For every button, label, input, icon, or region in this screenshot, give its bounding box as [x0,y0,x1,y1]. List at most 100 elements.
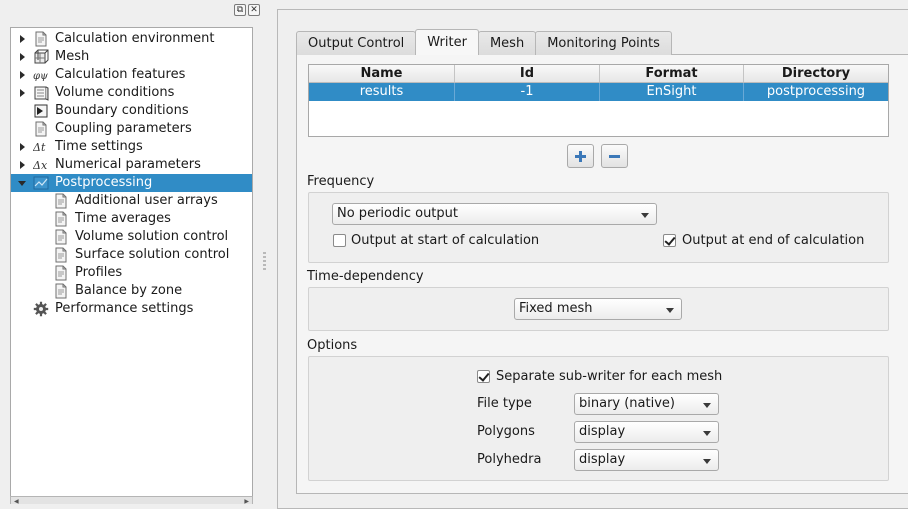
tree-item-label: Performance settings [55,301,194,316]
close-dock-icon[interactable]: ✕ [248,4,260,16]
polygons-label: Polygons [477,424,535,439]
separate-subwriter-label: Separate sub-writer for each mesh [496,369,723,384]
file-type-label: File type [477,396,532,411]
document-icon [53,211,69,227]
tree-item-label: Coupling parameters [55,121,192,136]
document-icon [53,229,69,245]
cell-id[interactable]: -1 [455,83,600,101]
tree-item-performance-settings[interactable]: Performance settings [11,300,252,318]
tree-item-numerical-parameters[interactable]: Δx Numerical parameters [11,156,252,174]
plus-icon [575,150,586,162]
time-dependency-label: Time-dependency [307,269,424,284]
boundary-icon [33,103,49,119]
tree-item-label: Mesh [55,49,90,64]
tree-item-label: Surface solution control [75,247,230,262]
chevron-down-icon [703,431,711,436]
tree-item-boundary-conditions[interactable]: Boundary conditions [11,102,252,120]
document-icon [33,121,49,137]
svg-text:Δx: Δx [33,159,48,172]
time-dependency-combo[interactable]: Fixed mesh [514,298,682,320]
chevron-down-icon [703,403,711,408]
tree-item-surface-solution-control[interactable]: Surface solution control [11,246,252,264]
remove-writer-button[interactable] [601,144,628,168]
file-type-combo[interactable]: binary (native) [574,393,719,415]
cell-name[interactable]: results [309,83,455,101]
splitter-handle[interactable] [263,252,266,270]
volume-icon [33,85,49,101]
table-row[interactable]: results -1 EnSight postprocessing [309,83,888,101]
navigation-tree: Calculation environment Mesh φψ Calculation… [10,27,253,504]
collapsed-arrow-icon[interactable] [17,48,27,66]
document-icon [53,247,69,263]
table-header: Name Id Format Directory [309,65,888,83]
tree-item-volume-solution-control[interactable]: Volume solution control [11,228,252,246]
tab-monitoring-points[interactable]: Monitoring Points [535,31,672,55]
tree-item-label: Calculation features [55,67,186,82]
tree-item-label: Balance by zone [75,283,183,298]
tree-item-label: Time averages [75,211,171,226]
collapsed-arrow-icon[interactable] [17,66,27,84]
column-header-directory[interactable]: Directory [744,65,888,82]
frequency-label: Frequency [307,174,375,189]
tree-item-label: Calculation environment [55,31,215,46]
tree-item-label: Time settings [55,139,143,154]
tree-item-label: Numerical parameters [55,157,201,172]
svg-text:Δt: Δt [33,141,46,154]
document-icon [53,265,69,281]
chevron-down-icon [703,459,711,464]
polygons-value: display [579,424,626,439]
cell-directory[interactable]: postprocessing [744,83,888,101]
tree-item-profiles[interactable]: Profiles [11,264,252,282]
tree-item-postprocessing[interactable]: Postprocessing [11,174,252,192]
tab-writer[interactable]: Writer [415,29,479,55]
output-start-label: Output at start of calculation [351,233,540,248]
chevron-down-icon [666,308,674,313]
tree-item-balance-by-zone[interactable]: Balance by zone [11,282,252,300]
tree-item-volume-conditions[interactable]: Volume conditions [11,84,252,102]
polyhedra-combo[interactable]: display [574,449,719,471]
expanded-arrow-icon[interactable] [17,174,27,192]
options-label: Options [307,338,358,353]
dock-title-buttons: ⧉ ✕ [234,4,260,17]
separate-subwriter-checkbox[interactable] [477,370,490,383]
tree-item-label: Postprocessing [55,175,153,190]
column-header-name[interactable]: Name [309,65,455,82]
tree-item-mesh[interactable]: Mesh [11,48,252,66]
file-type-value: binary (native) [579,396,675,411]
delta-t-icon: Δt [32,139,49,155]
writer-table[interactable]: Name Id Format Directory results -1 EnSi… [308,64,889,137]
tree-item-calculation-features[interactable]: φψ Calculation features [11,66,252,84]
collapsed-arrow-icon[interactable] [17,138,27,156]
document-icon [53,193,69,209]
polygons-combo[interactable]: display [574,421,719,443]
float-dock-icon[interactable]: ⧉ [234,4,246,16]
mesh-cube-icon [33,49,49,65]
output-end-label: Output at end of calculation [682,233,865,248]
output-end-checkbox[interactable] [663,234,676,247]
frequency-combo[interactable]: No periodic output [332,203,657,225]
tree-item-time-settings[interactable]: Δt Time settings [11,138,252,156]
tab-output-control[interactable]: Output Control [296,31,417,55]
document-icon [33,31,49,47]
tree-item-time-averages[interactable]: Time averages [11,210,252,228]
tree-item-calculation-environment[interactable]: Calculation environment [11,30,252,48]
document-icon [53,283,69,299]
tree-item-label: Profiles [75,265,123,280]
cell-format[interactable]: EnSight [600,83,744,101]
svg-text:φψ: φψ [33,71,48,82]
tree-item-coupling-parameters[interactable]: Coupling parameters [11,120,252,138]
phi-psi-icon: φψ [33,67,49,83]
column-header-format[interactable]: Format [600,65,744,82]
add-writer-button[interactable] [567,144,594,168]
tree-item-additional-user-arrays[interactable]: Additional user arrays [11,192,252,210]
collapsed-arrow-icon[interactable] [17,156,27,174]
tab-mesh[interactable]: Mesh [477,31,537,55]
collapsed-arrow-icon[interactable] [17,84,27,102]
collapsed-arrow-icon[interactable] [17,30,27,48]
tab-bar: Output Control Writer Mesh Monitoring Po… [296,29,672,55]
polyhedra-value: display [579,452,626,467]
chart-icon [33,175,49,191]
column-header-id[interactable]: Id [455,65,600,82]
output-start-checkbox[interactable] [333,234,346,247]
tree-horizontal-scrollbar[interactable]: ◀ ▶ [10,496,253,505]
